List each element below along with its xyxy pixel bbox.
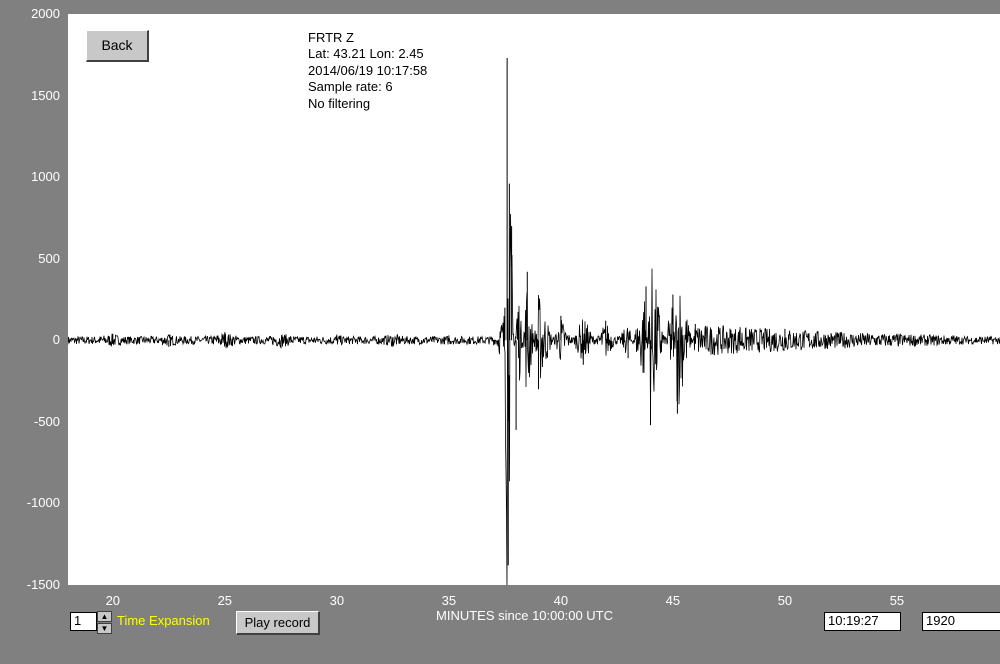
- x-tick-label: 40: [553, 593, 569, 608]
- sample-rate: Sample rate: 6: [308, 79, 393, 95]
- x-tick-label: 35: [441, 593, 457, 608]
- y-tick-label: -1500: [26, 577, 60, 592]
- cursor-time-field[interactable]: 10:19:27: [824, 612, 901, 631]
- seismogram-trace: [67, 58, 1000, 594]
- y-tick-label: -500: [33, 413, 60, 429]
- record-datetime: 2014/06/19 10:17:58: [308, 62, 428, 78]
- seismogram-plot-area: [67, 14, 1000, 594]
- y-tick-label: 0: [52, 332, 60, 348]
- samples-field[interactable]: 1920: [922, 612, 1000, 631]
- y-tick-label: 2000: [31, 6, 60, 21]
- y-tick-label: 1000: [31, 169, 60, 185]
- time-expansion-label: Time Expansion: [117, 613, 210, 628]
- station-name: FRTR Z: [308, 30, 354, 45]
- x-tick-label: 50: [777, 593, 793, 608]
- trace-line: [67, 213, 1000, 594]
- x-tick-label: 55: [889, 593, 905, 608]
- x-tick-label: 20: [105, 593, 121, 608]
- x-tick-label: 45: [665, 593, 681, 608]
- filter-status: No filtering: [308, 95, 371, 111]
- x-axis-title: MINUTES since 10:00:00 UTC: [436, 608, 614, 623]
- station-location: Lat: 43.21 Lon: 2.45: [308, 46, 424, 62]
- spin-down-icon[interactable]: ▼: [97, 623, 112, 634]
- y-tick-label: 1500: [31, 87, 60, 103]
- time-expansion-input[interactable]: 1: [70, 612, 97, 631]
- x-tick-label: 25: [217, 593, 233, 608]
- time-expansion-spinner[interactable]: ▲ ▼: [97, 611, 112, 635]
- play-record-button[interactable]: Play record: [236, 611, 320, 635]
- y-tick-label: 500: [38, 250, 60, 266]
- station-info: FRTR Z Lat: 43.21 Lon: 2.45 2014/06/19 1…: [308, 30, 427, 112]
- y-tick-label: -1000: [26, 495, 60, 511]
- spin-up-icon[interactable]: ▲: [97, 611, 112, 622]
- x-tick-label: 30: [329, 593, 345, 608]
- back-button[interactable]: Back: [86, 30, 149, 62]
